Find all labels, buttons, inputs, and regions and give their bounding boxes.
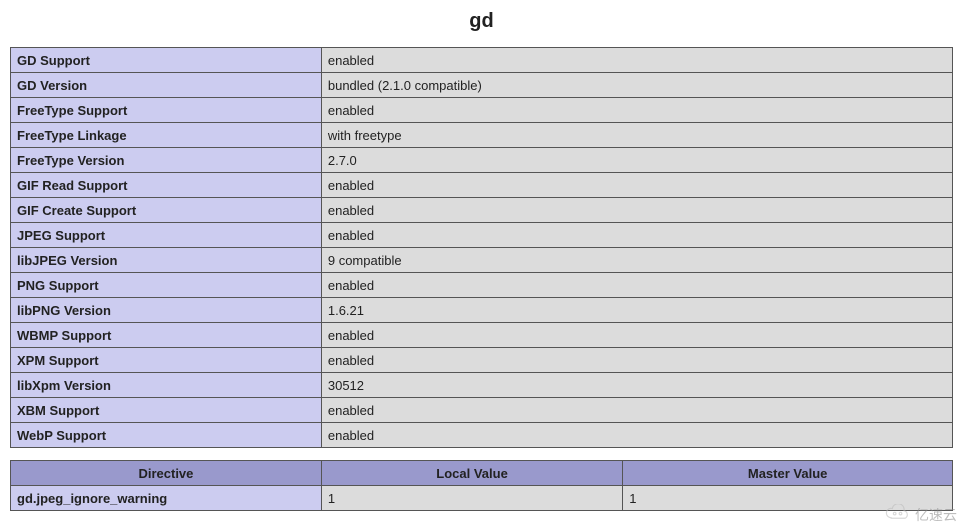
info-label: JPEG Support xyxy=(11,223,322,248)
info-label: FreeType Linkage xyxy=(11,123,322,148)
config-header-directive: Directive xyxy=(11,461,322,486)
info-row: XPM Supportenabled xyxy=(11,348,953,373)
info-value: enabled xyxy=(321,323,952,348)
info-value: with freetype xyxy=(321,123,952,148)
info-value: enabled xyxy=(321,173,952,198)
info-row: libPNG Version1.6.21 xyxy=(11,298,953,323)
info-row: GD Supportenabled xyxy=(11,48,953,73)
info-value: enabled xyxy=(321,398,952,423)
info-label: GD Version xyxy=(11,73,322,98)
info-row: WebP Supportenabled xyxy=(11,423,953,448)
info-row: GD Versionbundled (2.1.0 compatible) xyxy=(11,73,953,98)
info-label: WebP Support xyxy=(11,423,322,448)
info-value: enabled xyxy=(321,273,952,298)
info-label: PNG Support xyxy=(11,273,322,298)
info-label: GIF Read Support xyxy=(11,173,322,198)
info-label: XBM Support xyxy=(11,398,322,423)
info-row: FreeType Supportenabled xyxy=(11,98,953,123)
info-value: enabled xyxy=(321,423,952,448)
info-row: GIF Read Supportenabled xyxy=(11,173,953,198)
info-row: libXpm Version30512 xyxy=(11,373,953,398)
info-row: libJPEG Version9 compatible xyxy=(11,248,953,273)
info-value: bundled (2.1.0 compatible) xyxy=(321,73,952,98)
config-header-local: Local Value xyxy=(321,461,622,486)
info-value: 1.6.21 xyxy=(321,298,952,323)
info-row: JPEG Supportenabled xyxy=(11,223,953,248)
config-header-row: Directive Local Value Master Value xyxy=(11,461,953,486)
info-value: 30512 xyxy=(321,373,952,398)
config-local-value: 1 xyxy=(321,486,622,511)
info-value: 2.7.0 xyxy=(321,148,952,173)
info-row: FreeType Linkagewith freetype xyxy=(11,123,953,148)
gd-info-table: GD SupportenabledGD Versionbundled (2.1.… xyxy=(10,47,953,448)
config-row: gd.jpeg_ignore_warning11 xyxy=(11,486,953,511)
info-label: GIF Create Support xyxy=(11,198,322,223)
info-row: PNG Supportenabled xyxy=(11,273,953,298)
config-directive: gd.jpeg_ignore_warning xyxy=(11,486,322,511)
info-row: GIF Create Supportenabled xyxy=(11,198,953,223)
info-label: FreeType Version xyxy=(11,148,322,173)
info-value: enabled xyxy=(321,348,952,373)
info-row: FreeType Version2.7.0 xyxy=(11,148,953,173)
info-value: enabled xyxy=(321,223,952,248)
info-value: enabled xyxy=(321,48,952,73)
info-row: XBM Supportenabled xyxy=(11,398,953,423)
info-label: FreeType Support xyxy=(11,98,322,123)
info-label: XPM Support xyxy=(11,348,322,373)
config-header-master: Master Value xyxy=(623,461,953,486)
info-label: GD Support xyxy=(11,48,322,73)
info-value: enabled xyxy=(321,198,952,223)
info-value: 9 compatible xyxy=(321,248,952,273)
config-master-value: 1 xyxy=(623,486,953,511)
gd-config-table: Directive Local Value Master Value gd.jp… xyxy=(10,460,953,511)
info-row: WBMP Supportenabled xyxy=(11,323,953,348)
section-heading: gd xyxy=(0,0,963,47)
info-label: WBMP Support xyxy=(11,323,322,348)
info-label: libPNG Version xyxy=(11,298,322,323)
info-label: libJPEG Version xyxy=(11,248,322,273)
info-value: enabled xyxy=(321,98,952,123)
info-label: libXpm Version xyxy=(11,373,322,398)
